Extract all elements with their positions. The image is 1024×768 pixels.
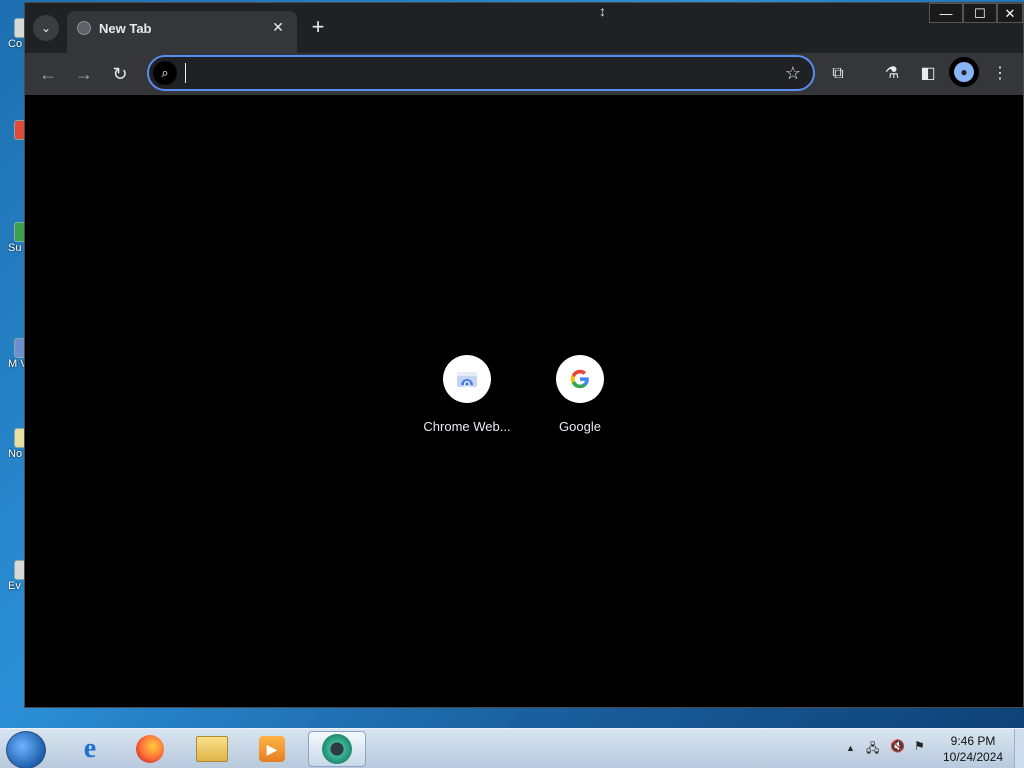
internet-explorer-icon: e <box>83 733 97 764</box>
tab-search-button[interactable]: ⌄ <box>33 15 59 41</box>
desktop-icon-label: Co <box>8 38 23 50</box>
reload-button[interactable]: ↻ <box>107 61 133 87</box>
action-center-flag-icon[interactable]: ⚑ <box>914 739 925 753</box>
arrow-right-icon: → <box>75 64 93 84</box>
side-panel-button[interactable]: ◧ <box>915 61 941 87</box>
file-explorer-icon <box>196 736 228 762</box>
desktop-icon-label: Ev <box>8 580 21 592</box>
flask-icon: ⚗ <box>884 65 900 82</box>
puzzle-icon: ⧉ <box>832 65 844 82</box>
desktop-icon-label: Su <box>8 242 22 254</box>
show-desktop-button[interactable] <box>1014 729 1024 768</box>
minimize-button[interactable]: — <box>929 3 963 23</box>
clock-date: 10/24/2024 <box>942 750 1004 764</box>
tray-expand-button[interactable]: ▲ <box>846 743 855 753</box>
chrome-web-store-icon <box>443 355 491 403</box>
profile-button[interactable]: ● <box>949 57 979 87</box>
arrow-left-icon: ← <box>39 64 57 84</box>
desktop-icon-label: M Visu <box>8 358 24 370</box>
side-panel-icon: ◧ <box>920 65 936 82</box>
search-icon: ⌕ <box>153 61 177 85</box>
shortcut-label: Chrome Web... <box>423 419 511 434</box>
chrome-dev-icon <box>322 734 352 764</box>
taskbar-firefox[interactable] <box>124 731 176 767</box>
kebab-menu-icon: ⋮ <box>992 65 1008 82</box>
desktop-icon-notepad[interactable]: No <box>0 428 34 478</box>
shortcut-label: Google <box>559 419 601 434</box>
labs-button[interactable]: ⚗ <box>879 61 905 87</box>
taskbar-chrome-dev[interactable] <box>308 731 366 767</box>
new-tab-button[interactable]: + <box>305 15 331 41</box>
clock-time: 9:46 PM <box>950 734 996 748</box>
media-player-icon: ▶ <box>259 736 285 762</box>
tab-close-button[interactable]: ✕ <box>269 18 287 36</box>
maximize-button[interactable]: ☐ <box>963 3 997 23</box>
reload-icon: ↻ <box>112 64 128 84</box>
tab-title: New Tab <box>99 21 152 36</box>
browser-toolbar: ← → ↻ ⌕ ☆ ⧉ ⚗ ◧ ● ⋮ <box>25 53 1023 95</box>
volume-muted-icon[interactable]: 🔇 <box>890 739 905 753</box>
forward-button[interactable]: → <box>71 61 97 87</box>
desktop-icon-app[interactable] <box>0 120 34 170</box>
firefox-icon <box>136 735 164 763</box>
google-g-icon <box>556 355 604 403</box>
clock[interactable]: 9:46 PM 10/24/2024 <box>936 733 1010 765</box>
desktop-icon-visual-studio[interactable]: M Visu <box>0 338 34 388</box>
address-input[interactable] <box>183 61 767 87</box>
back-button[interactable]: ← <box>35 61 61 87</box>
chevron-down-icon: ⌄ <box>40 21 52 35</box>
shortcut-google[interactable]: Google <box>525 355 635 434</box>
close-window-button[interactable]: ✕ <box>997 3 1023 23</box>
extensions-button[interactable]: ⧉ <box>825 61 851 87</box>
desktop-icon-su[interactable]: Su <box>0 222 34 272</box>
tab-strip: ⌄ New Tab ✕ + ↕ — ☐ ✕ <box>25 3 1023 53</box>
taskbar-media-player[interactable]: ▶ <box>246 731 298 767</box>
tab-new-tab[interactable]: New Tab ✕ <box>67 11 297 53</box>
taskbar: e ▶ ▲ 🖧 🔇 ⚑ 9:46 PM 10/24/2024 <box>0 728 1024 768</box>
start-button[interactable] <box>6 731 46 768</box>
address-bar[interactable]: ⌕ ☆ <box>147 55 815 91</box>
taskbar-internet-explorer[interactable]: e <box>64 731 116 767</box>
globe-icon <box>77 21 91 35</box>
menu-button[interactable]: ⋮ <box>987 61 1013 87</box>
desktop-icon-computer[interactable]: Co <box>0 18 34 68</box>
text-caret <box>185 63 186 83</box>
mouse-cursor-icon: ↕ <box>599 3 606 19</box>
desktop-icon-event[interactable]: Ev <box>0 560 34 610</box>
network-icon[interactable]: 🖧 <box>866 739 879 760</box>
bookmark-star-icon[interactable]: ☆ <box>785 61 801 85</box>
desktop-icon-label: No <box>8 448 23 460</box>
avatar-icon: ● <box>954 62 974 82</box>
taskbar-file-explorer[interactable] <box>186 731 238 767</box>
browser-window: ⌄ New Tab ✕ + ↕ — ☐ ✕ ← → ↻ ⌕ ☆ ⧉ ⚗ ◧ ● … <box>24 2 1024 708</box>
shortcut-chrome-web-store[interactable]: Chrome Web... <box>412 355 522 434</box>
